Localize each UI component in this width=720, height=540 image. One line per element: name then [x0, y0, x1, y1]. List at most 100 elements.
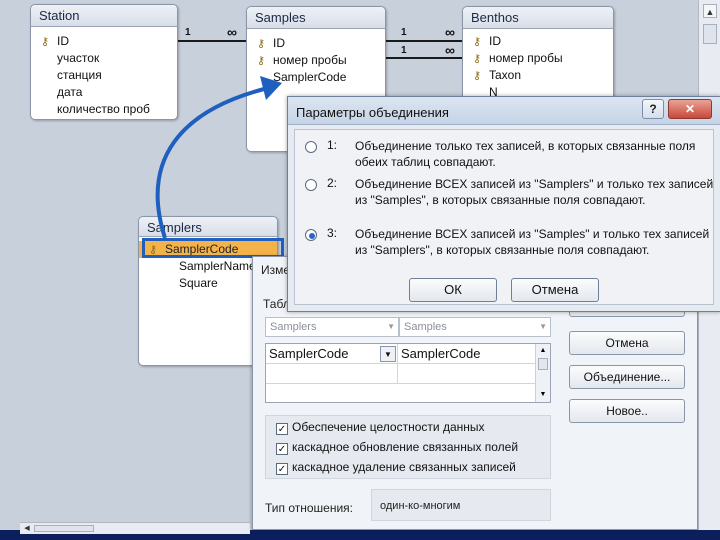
benthos-table[interactable]: Benthos ⚷ ID ⚷ номер пробы ⚷ Taxon N	[462, 6, 614, 102]
field-label: ID	[57, 34, 69, 48]
field-row[interactable]: станция	[31, 67, 177, 84]
field-label: Square	[179, 276, 218, 290]
checkbox-label: Обеспечение целостности данных	[292, 420, 485, 434]
samples-table-title[interactable]: Samples	[247, 7, 385, 29]
empty-cell[interactable]	[266, 364, 398, 384]
benthos-table-title[interactable]: Benthos	[463, 7, 613, 29]
cascade-update-checkbox[interactable]: ✓ каскадное обновление связанных полей	[276, 440, 518, 455]
one-marker: 1	[401, 27, 407, 38]
field-label: Taxon	[489, 68, 522, 82]
grid-scrollbar[interactable]: ▲ ▼	[535, 344, 550, 402]
dialog-title: Изме	[261, 263, 291, 277]
key-icon: ⚷	[41, 36, 50, 48]
field-row[interactable]: ⚷ Taxon	[463, 67, 613, 84]
field-label: номер пробы	[273, 53, 347, 67]
field-row[interactable]: ⚷ номер пробы	[463, 50, 613, 67]
field-label: ID	[273, 36, 285, 50]
field-label: SamplerCode	[273, 70, 347, 84]
option-number: 2:	[327, 176, 338, 190]
title-bar[interactable]: Параметры объединения ? ✕	[288, 97, 720, 125]
field-label: дата	[57, 85, 83, 99]
relation-type-label: Тип отношения:	[265, 501, 354, 515]
dialog-title: Параметры объединения	[296, 105, 449, 120]
field-row[interactable]: ⚷ ID	[31, 33, 177, 50]
relation-line-station-samples[interactable]	[178, 40, 246, 42]
chevron-down-icon: ▼	[387, 322, 395, 331]
field-row[interactable]: ⚷ ID	[463, 33, 613, 50]
left-table-value: Samplers	[270, 321, 317, 333]
samplers-table-title[interactable]: Samplers	[139, 217, 277, 237]
ok-button[interactable]: ОК	[409, 278, 497, 302]
right-table-select[interactable]: Samples ▼	[399, 317, 551, 337]
join-properties-dialog: Параметры объединения ? ✕ 1: Объединение…	[287, 96, 720, 312]
checkbox-label: каскадное обновление связанных полей	[292, 440, 519, 454]
field-label: участок	[57, 51, 100, 65]
join-option-1[interactable]: 1: Объединение только тех записей, в кот…	[305, 138, 705, 172]
scroll-thumb[interactable]	[703, 24, 717, 44]
scroll-up-icon[interactable]: ▲	[703, 4, 717, 18]
checkmark-icon: ✓	[276, 443, 288, 455]
scroll-thumb[interactable]	[538, 358, 548, 370]
radio-button-selected[interactable]	[305, 229, 317, 241]
many-marker: ∞	[445, 42, 455, 58]
option-text: Объединение только тех записей, в которы…	[355, 139, 696, 169]
checkbox-label: каскадное удаление связанных записей	[292, 460, 516, 474]
option-text: Объединение ВСЕХ записей из "Samplers" и…	[355, 177, 714, 207]
left-table-select[interactable]: Samplers ▼	[265, 317, 399, 337]
right-field-cell[interactable]: SamplerCode	[398, 344, 537, 364]
field-label: количество проб	[57, 102, 150, 116]
radio-button[interactable]	[305, 141, 317, 153]
one-marker: 1	[185, 27, 191, 38]
field-label: ID	[489, 34, 501, 48]
empty-cell[interactable]	[398, 364, 537, 384]
left-field-cell[interactable]: SamplerCode	[266, 344, 398, 364]
right-table-value: Samples	[404, 321, 447, 333]
field-row[interactable]: количество проб	[31, 101, 177, 118]
field-label: SamplerName	[179, 259, 256, 273]
option-number: 3:	[327, 226, 338, 240]
scroll-down-icon[interactable]: ▼	[538, 390, 548, 400]
help-button[interactable]: ?	[642, 99, 664, 119]
selection-highlight-frame	[142, 238, 284, 258]
horizontal-scrollbar[interactable]: ◀	[20, 522, 250, 534]
key-icon: ⚷	[473, 36, 482, 48]
station-table-title[interactable]: Station	[31, 5, 177, 27]
field-label: станция	[57, 68, 102, 82]
cancel-button[interactable]: Отмена	[569, 331, 685, 355]
radio-button[interactable]	[305, 179, 317, 191]
key-icon: ⚷	[257, 55, 266, 67]
create-new-button[interactable]: Новое..	[569, 399, 685, 423]
scroll-thumb[interactable]	[34, 525, 94, 532]
relation-type-value: один-ко-многим	[371, 489, 551, 521]
field-row[interactable]: дата	[31, 84, 177, 101]
tables-label: Табл	[263, 297, 290, 311]
chevron-down-icon: ▼	[539, 322, 547, 331]
scroll-up-icon[interactable]: ▲	[538, 346, 548, 356]
field-row[interactable]: SamplerCode	[247, 69, 385, 86]
join-option-3[interactable]: 3: Объединение ВСЕХ записей из "Samples"…	[305, 226, 709, 276]
field-row[interactable]: ⚷ ID	[247, 35, 385, 52]
cascade-delete-checkbox[interactable]: ✓ каскадное удаление связанных записей	[276, 460, 516, 475]
checkmark-icon: ✓	[276, 423, 288, 435]
field-mapping-grid[interactable]: SamplerCode ▼ SamplerCode ▲ ▼	[265, 343, 551, 403]
integrity-options: ✓ Обеспечение целостности данных ✓ каскадн…	[265, 415, 551, 479]
option-text: Объединение ВСЕХ записей из "Samples" и …	[355, 227, 710, 257]
key-icon: ⚷	[257, 38, 266, 50]
close-button[interactable]: ✕	[668, 99, 712, 119]
scroll-left-icon[interactable]: ◀	[22, 524, 32, 534]
checkmark-icon: ✓	[276, 463, 288, 475]
field-row[interactable]: участок	[31, 50, 177, 67]
many-marker: ∞	[227, 24, 237, 40]
one-marker: 1	[401, 45, 407, 56]
join-type-button[interactable]: Объединение...	[569, 365, 685, 389]
join-option-2[interactable]: 2: Объединение ВСЕХ записей из "Samplers…	[305, 176, 713, 226]
option-number: 1:	[327, 138, 338, 152]
station-table[interactable]: Station ⚷ ID участок станция дата количес…	[30, 4, 178, 120]
join-options-panel: 1: Объединение только тех записей, в кот…	[294, 129, 714, 305]
chevron-down-icon[interactable]: ▼	[380, 346, 396, 362]
field-row[interactable]: ⚷ номер пробы	[247, 52, 385, 69]
enforce-integrity-checkbox[interactable]: ✓ Обеспечение целостности данных	[276, 420, 485, 435]
cancel-button[interactable]: Отмена	[511, 278, 599, 302]
field-label: номер пробы	[489, 51, 563, 65]
key-icon: ⚷	[473, 53, 482, 65]
